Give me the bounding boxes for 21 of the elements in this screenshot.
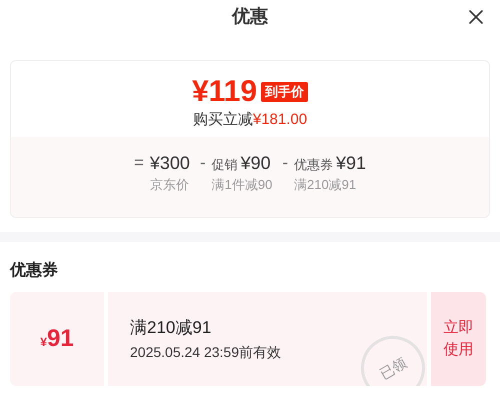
price-component-caption: 京东价	[150, 176, 190, 194]
sheet-title: 优惠	[232, 4, 268, 28]
coupon-validity: 2025.05.24 23:59前有效	[130, 343, 282, 362]
price-component-label: 促销	[212, 156, 238, 174]
price-component-amount: ¥91	[336, 152, 366, 175]
price-badge: 到手价	[261, 82, 308, 102]
close-icon	[468, 9, 484, 25]
price-component-caption: 满210减91	[294, 176, 358, 194]
price-component-amount: ¥90	[240, 152, 271, 175]
operator-sign: =	[134, 152, 144, 174]
price-component-caption: 满1件减90	[212, 176, 272, 194]
use-now-button[interactable]: 立即使用	[431, 292, 486, 386]
section-title: 优惠券	[10, 260, 59, 281]
coupon-title: 满210减91	[130, 317, 212, 339]
price-component-amount: ¥300	[150, 152, 190, 175]
price-component-label: 优惠券	[294, 156, 333, 174]
saving-text: 购买立减¥181.00	[192, 110, 308, 130]
final-price: ¥119	[192, 75, 258, 109]
operator-sign: -	[200, 152, 206, 174]
coupon-amount: ¥91	[40, 324, 74, 354]
operator-sign: -	[282, 152, 288, 174]
